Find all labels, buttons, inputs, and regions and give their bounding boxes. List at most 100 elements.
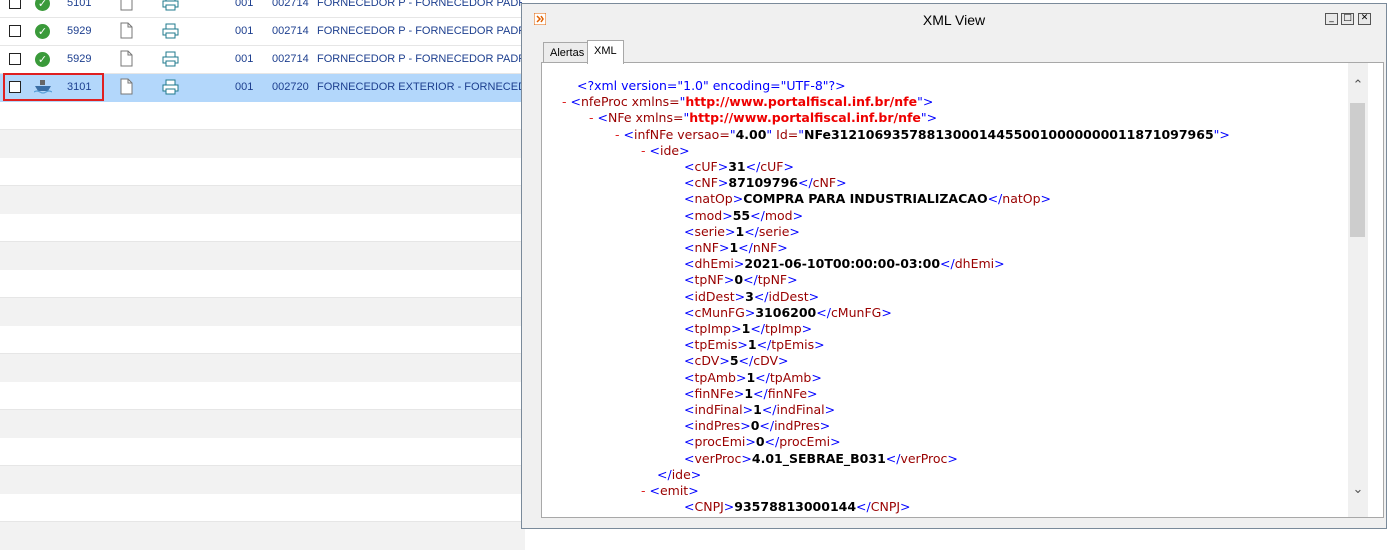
row-supplier-name: FORNECEDOR EXTERIOR - FORNECEDOR (317, 81, 522, 93)
printer-icon[interactable] (162, 51, 179, 72)
xml-value: 1 (735, 223, 745, 239)
empty-row (0, 522, 525, 550)
xml-element-indfinal: <indFinal>1</indFinal> (684, 402, 836, 417)
xml-line: - <NFe xmlns="http://www.portalfiscal.in… (589, 110, 938, 126)
close-button[interactable]: ✕ (1358, 13, 1371, 25)
row-supplier-name: FORNECEDOR P - FORNECEDOR PADRÃO (317, 25, 522, 37)
table-row[interactable]: ✓ 5101 001 002714 FORNECEDOR P - FORNECEDOR … (0, 0, 525, 18)
check-circle-icon: ✓ (35, 52, 50, 67)
row-number: 5929 (67, 25, 92, 37)
row-checkbox[interactable] (9, 0, 21, 9)
xml-value: COMPRA PARA INDUSTRIALIZACAO (743, 191, 988, 207)
empty-row (0, 410, 525, 438)
xml-value: 1 (747, 337, 757, 353)
document-icon[interactable] (120, 22, 133, 44)
xml-value: 1 (744, 385, 754, 401)
empty-row (0, 382, 525, 410)
maximize-icon: □ (1343, 13, 1352, 23)
table-row[interactable]: ✓ 5929 001 002714 FORNECEDOR P - FORNECEDOR … (0, 18, 525, 46)
scroll-thumb[interactable] (1350, 103, 1365, 237)
empty-row (0, 102, 525, 130)
xml-element-tpimp: <tpImp>1</tpImp> (684, 321, 813, 336)
row-checkbox[interactable] (9, 25, 21, 37)
row-number: 5929 (67, 53, 92, 65)
highlight-box (3, 73, 104, 101)
title-bar[interactable]: XML View _ □ ✕ (522, 4, 1386, 34)
xml-value: 0 (734, 272, 744, 288)
row-supplier-code: 002714 (272, 0, 309, 9)
row-code: 001 (235, 81, 254, 93)
xml-value: 3106200 (755, 304, 817, 320)
xml-element-finnfe: <finNFe>1</finNFe> (684, 385, 818, 401)
xml-element-cuf: <cUF>31</cUF> (684, 159, 794, 174)
close-icon: ✕ (1360, 13, 1369, 23)
xml-element-tpemis: <tpEmis>1</tpEmis> (684, 337, 825, 353)
maximize-button[interactable]: □ (1341, 13, 1354, 25)
empty-row (0, 466, 525, 494)
empty-row (0, 130, 525, 158)
row-checkbox[interactable] (9, 53, 21, 65)
xml-value: 1 (741, 321, 751, 336)
document-icon[interactable] (120, 0, 133, 16)
xml-namespace: http://www.portalfiscal.inf.br/nfe (689, 110, 921, 126)
xml-element-tpnf: <tpNF>0</tpNF> (684, 272, 798, 288)
printer-icon[interactable] (162, 23, 179, 44)
empty-row (0, 270, 525, 298)
xml-element-tpamb: <tpAmb>1</tpAmb> (684, 369, 822, 385)
xml-namespace: http://www.portalfiscal.inf.br/nfe (685, 94, 918, 110)
empty-row (0, 326, 525, 354)
scroll-down-icon[interactable]: ⌄ (1351, 483, 1365, 497)
xml-value: 87109796 (728, 175, 798, 191)
row-code: 001 (235, 25, 254, 37)
tab-alertas[interactable]: Alertas (543, 42, 592, 63)
scroll-up-icon[interactable]: ⌃ (1351, 79, 1365, 93)
xml-panel: <?xml version="1.0" encoding="UTF-8"?> - … (541, 62, 1384, 518)
printer-icon[interactable] (162, 79, 179, 100)
xml-line: - <ide> (641, 142, 690, 158)
window-title: XML View (922, 12, 986, 28)
xml-line: - <infNFe versao="4.00" Id="NFe312106935… (615, 126, 1230, 142)
xml-value: 1 (746, 369, 756, 385)
xml-element-mod: <mod>55</mod> (684, 207, 804, 223)
table-row[interactable]: ✓ 5929 001 002714 FORNECEDOR P - FORNECEDOR … (0, 46, 525, 74)
invoice-grid: ✓ 5101 001 002714 FORNECEDOR P - FORNECEDOR … (0, 0, 525, 550)
xml-element-cnf: <cNF>87109796</cNF> (684, 175, 847, 191)
row-code: 001 (235, 53, 254, 65)
document-icon[interactable] (120, 78, 133, 100)
empty-row (0, 214, 525, 242)
xml-value: 4.01_SEBRAE_B031 (751, 450, 886, 466)
xml-element-iddest: <idDest>3</idDest> (684, 288, 820, 304)
printer-icon[interactable] (162, 0, 179, 16)
xml-element-dhemi: <dhEmi>2021-06-10T00:00:00-03:00</dhEmi> (684, 256, 1005, 272)
row-supplier-code: 002714 (272, 53, 309, 65)
vertical-scrollbar[interactable]: ⌃ ⌄ (1348, 63, 1368, 517)
check-circle-icon: ✓ (35, 0, 50, 11)
xml-value: 3 (745, 288, 754, 304)
xml-content[interactable]: <?xml version="1.0" encoding="UTF-8"?> - … (542, 63, 1347, 517)
check-circle-icon: ✓ (35, 24, 50, 39)
xml-value: 1 (729, 240, 739, 255)
minimize-button[interactable]: _ (1325, 13, 1338, 25)
xml-line: - <nfeProc xmlns="http://www.portalfisca… (562, 94, 934, 110)
empty-row (0, 354, 525, 382)
xml-view-window: XML View _ □ ✕ Alertas XML <?xml version… (521, 3, 1387, 529)
xml-element-indpres: <indPres>0</indPres> (684, 418, 831, 434)
infnfe-versao: 4.00 (735, 126, 767, 142)
xml-value: 5 (729, 353, 739, 369)
xml-element-cnpj: <CNPJ>93578813000144</CNPJ> (684, 499, 911, 515)
empty-row (0, 298, 525, 326)
xml-value: 55 (732, 207, 751, 223)
xml-element-nnf: <nNF>1</nNF> (684, 240, 788, 255)
row-supplier-code: 002720 (272, 81, 309, 93)
xml-element-serie: <serie>1</serie> (684, 223, 800, 239)
xml-value: 0 (755, 434, 765, 450)
xml-line: <?xml version="1.0" encoding="UTF-8"?> (577, 78, 846, 94)
row-code: 001 (235, 0, 254, 9)
tab-xml[interactable]: XML (587, 40, 624, 64)
infnfe-id: NFe3121069357881300014455001000000001187… (803, 126, 1214, 142)
document-icon[interactable] (120, 50, 133, 72)
xml-element-procemi: <procEmi>0</procEmi> (684, 434, 841, 450)
empty-row (0, 242, 525, 270)
xml-value: 93578813000144 (734, 499, 857, 515)
xml-element-cmunfg: <cMunFG>3106200</cMunFG> (684, 304, 892, 320)
